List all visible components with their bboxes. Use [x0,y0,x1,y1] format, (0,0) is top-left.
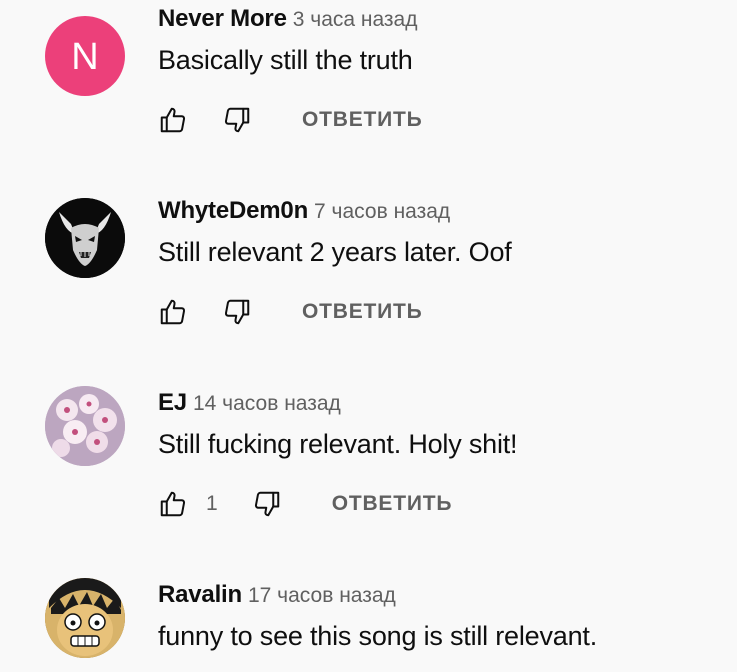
reply-button[interactable]: ОТВЕТИТЬ [302,108,423,132]
comment-time[interactable]: 17 часов назад [248,584,396,607]
thumb-up-icon[interactable] [158,105,188,135]
comment-text: funny to see this song is still relevant… [158,621,598,651]
avatar[interactable] [45,578,125,658]
comment-actions: ОТВЕТИТЬ [158,292,423,332]
comment-author[interactable]: EJ [158,389,187,416]
comment-time[interactable]: 3 часа назад [293,8,418,31]
comment-actions: 1 ОТВЕТИТЬ [158,484,452,524]
thumb-down-icon[interactable] [222,297,252,327]
comment-thread: WhyteDem0n 7 часов назад Still relevant 2… [0,196,737,346]
comment-text: Still fucking relevant. Holy shit! [158,429,518,459]
comment-header: WhyteDem0n 7 часов назад [158,196,450,229]
avatar[interactable] [45,198,125,278]
comment-author[interactable]: WhyteDem0n [158,197,308,224]
reply-button[interactable]: ОТВЕТИТЬ [302,300,423,324]
comment-header: Ravalin 17 часов назад [158,580,396,613]
comment-thread: EJ 14 часов назад Still fucking relevant.… [0,386,737,538]
thumb-up-icon[interactable] [158,489,188,519]
comment-text: Still relevant 2 years later. Oof [158,237,512,267]
comment-actions: ОТВЕТИТЬ [158,100,423,140]
comment-thread: Ravalin 17 часов назад funny to see this … [0,578,737,672]
comment-thread: N Never More 3 часа назад Basically still… [0,4,737,154]
thumb-up-icon[interactable] [158,297,188,327]
like-count: 1 [206,492,218,515]
comment-time[interactable]: 7 часов назад [314,200,450,223]
comment-header: EJ 14 часов назад [158,388,341,421]
comment-text: Basically still the truth [158,45,413,75]
comment-header: Never More 3 часа назад [158,4,417,37]
thumb-down-icon[interactable] [252,489,282,519]
comment-author[interactable]: Never More [158,5,287,32]
avatar[interactable]: N [45,16,125,96]
reply-button[interactable]: ОТВЕТИТЬ [332,492,453,516]
avatar-letter: N [71,36,98,78]
comment-time[interactable]: 14 часов назад [193,392,341,415]
comment-author[interactable]: Ravalin [158,581,242,608]
thumb-down-icon[interactable] [222,105,252,135]
avatar[interactable] [45,386,125,466]
